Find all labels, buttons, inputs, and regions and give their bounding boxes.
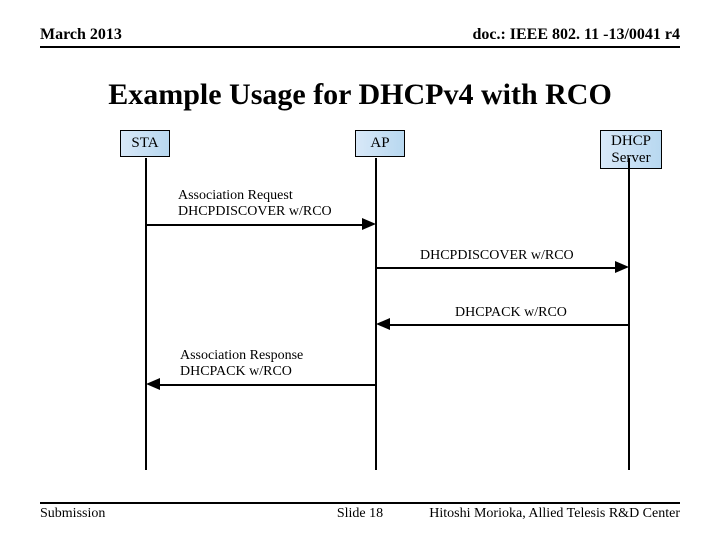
actor-ap-label: AP [370, 135, 389, 151]
lifeline-dhcp [628, 158, 630, 470]
msg3-arrow-line [388, 324, 628, 326]
msg1-label: Association Request DHCPDISCOVER w/RCO [178, 188, 332, 220]
lifeline-ap [375, 158, 377, 470]
footer-bar: Submission Slide 18 Hitoshi Morioka, All… [40, 502, 680, 522]
msg1-line1: Association Request [178, 188, 293, 203]
lifeline-sta [145, 158, 147, 470]
actor-dhcp-label2: Server [611, 150, 650, 166]
msg2-label: DHCPDISCOVER w/RCO [420, 248, 574, 264]
msg4-line2: DHCPACK w/RCO [180, 364, 292, 379]
msg4-arrow-head [146, 378, 160, 390]
footer-left: Submission [40, 506, 105, 522]
actor-ap: AP [355, 130, 405, 157]
msg3-label: DHCPACK w/RCO [455, 305, 567, 321]
footer-author: Hitoshi Morioka, Allied Telesis R&D Cent… [429, 506, 680, 522]
msg1-line2: DHCPDISCOVER w/RCO [178, 204, 332, 219]
msg1-arrow-line [146, 224, 364, 226]
msg2-arrow-head [615, 261, 629, 273]
actor-dhcp-label1: DHCP [611, 133, 651, 149]
header-date: March 2013 [40, 26, 122, 44]
slide-title: Example Usage for DHCPv4 with RCO [0, 78, 720, 112]
msg1-arrow-head [362, 218, 376, 230]
msg4-arrow-line [158, 384, 376, 386]
actor-sta-label: STA [131, 135, 158, 151]
actor-dhcp-server: DHCP Server [600, 130, 662, 169]
header-bar: March 2013 doc.: IEEE 802. 11 -13/0041 r… [40, 26, 680, 48]
msg3-arrow-head [376, 318, 390, 330]
msg4-label: Association Response DHCPACK w/RCO [180, 348, 303, 380]
header-doc-id: doc.: IEEE 802. 11 -13/0041 r4 [472, 26, 680, 44]
msg4-line1: Association Response [180, 348, 303, 363]
msg2-arrow-line [376, 267, 617, 269]
sequence-diagram: STA AP DHCP Server Association Request D… [40, 130, 680, 470]
actor-sta: STA [120, 130, 170, 157]
